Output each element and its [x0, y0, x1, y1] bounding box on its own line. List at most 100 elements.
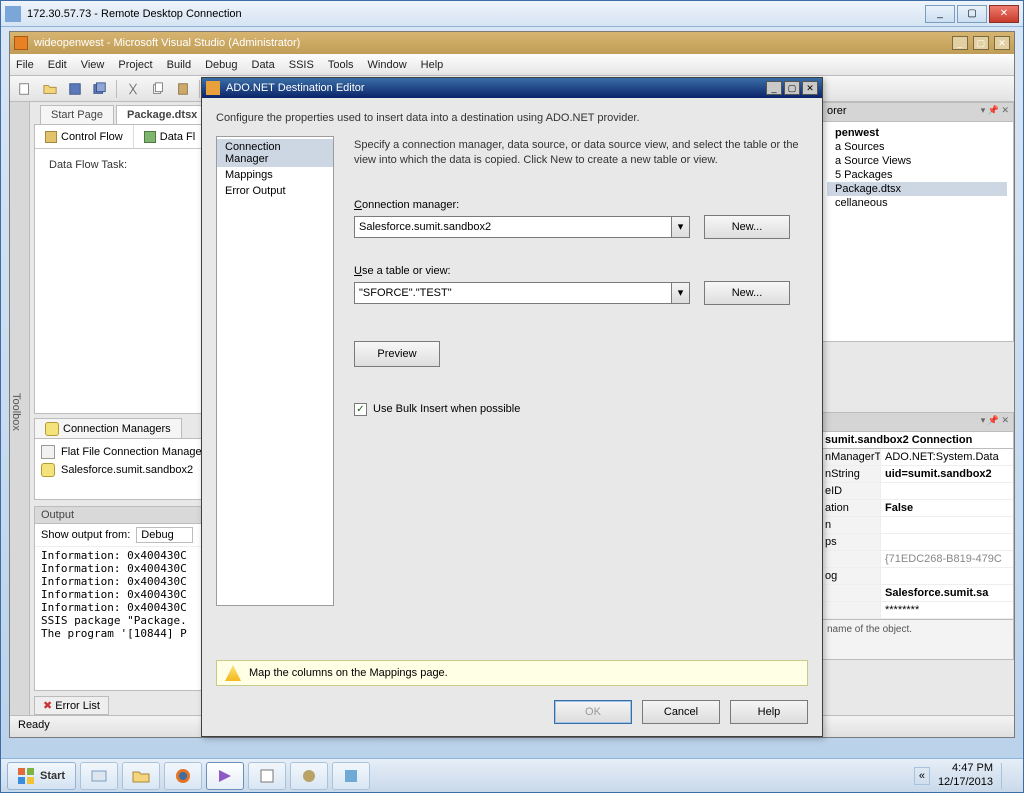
adonet-title-text: ADO.NET Destination Editor — [226, 82, 365, 94]
toolbar-save-button[interactable] — [64, 79, 86, 99]
cancel-button[interactable]: Cancel — [642, 700, 720, 724]
nav-connection-manager[interactable]: Connection Manager — [217, 139, 333, 167]
status-text: Ready — [18, 719, 50, 731]
tree-item[interactable]: a Sources — [827, 140, 1007, 154]
nav-mappings[interactable]: Mappings — [217, 167, 333, 183]
vs-minimize-button[interactable]: _ — [952, 36, 968, 50]
menu-build[interactable]: Build — [167, 59, 191, 71]
tree-item[interactable]: cellaneous — [827, 196, 1007, 210]
rdc-title-text: 172.30.57.73 - Remote Desktop Connection — [27, 8, 242, 20]
help-button[interactable]: Help — [730, 700, 808, 724]
rdc-titlebar: 172.30.57.73 - Remote Desktop Connection… — [1, 1, 1023, 27]
adonet-hint: Specify a connection manager, data sourc… — [354, 138, 808, 169]
preview-button[interactable]: Preview — [354, 341, 440, 367]
ok-button[interactable]: OK — [554, 700, 632, 724]
toolbar-new-project-button[interactable] — [14, 79, 36, 99]
connection-manager-dropdown-button[interactable]: ▾ — [672, 216, 690, 238]
adonet-warning-text: Map the columns on the Mappings page. — [249, 667, 448, 679]
rdc-maximize-button[interactable]: ▢ — [957, 5, 987, 23]
db-icon — [41, 463, 55, 477]
menu-window[interactable]: Window — [368, 59, 407, 71]
tab-start-page[interactable]: Start Page — [40, 105, 114, 124]
taskbar-item-4[interactable] — [248, 762, 286, 790]
rdc-icon — [5, 6, 21, 22]
dataflow-icon — [144, 131, 156, 143]
table-view-dropdown-button[interactable]: ▾ — [672, 282, 690, 304]
system-tray: « 4:47 PM 12/17/2013 — [914, 762, 1017, 788]
properties-description: name of the object. — [820, 620, 1014, 660]
table-view-combo[interactable] — [354, 282, 672, 304]
output-show-combo[interactable]: Debug — [136, 527, 192, 543]
menu-data[interactable]: Data — [252, 59, 275, 71]
taskbar-item-5[interactable] — [290, 762, 328, 790]
menu-project[interactable]: Project — [118, 59, 152, 71]
adonet-nav-list: Connection Manager Mappings Error Output — [216, 136, 334, 606]
adonet-destination-editor-dialog: ADO.NET Destination Editor _ ▢ ✕ Configu… — [201, 77, 823, 737]
tree-item[interactable]: penwest — [827, 126, 1007, 140]
connection-new-button[interactable]: New... — [704, 215, 790, 239]
tab-package-dtsx[interactable]: Package.dtsx — [116, 105, 208, 124]
tray-clock[interactable]: 4:47 PM 12/17/2013 — [938, 762, 993, 788]
vs-close-button[interactable]: ✕ — [994, 36, 1010, 50]
menu-edit[interactable]: Edit — [48, 59, 67, 71]
properties-grid[interactable]: nManagerTyADO.NET:System.Data nStringuid… — [820, 449, 1014, 620]
menu-ssis[interactable]: SSIS — [289, 59, 314, 71]
designer-tab-dataflow[interactable]: Data Fl — [134, 125, 206, 148]
toolbox-panel[interactable]: Toolbox — [10, 102, 30, 715]
rdc-minimize-button[interactable]: _ — [925, 5, 955, 23]
solution-explorer-title: orer ▾ 📌 ✕ — [820, 102, 1014, 122]
toolbar-open-button[interactable] — [39, 79, 61, 99]
vs-menubar: File Edit View Project Build Debug Data … — [10, 54, 1014, 76]
vs-titlebar: wideopenwest - Microsoft Visual Studio (… — [10, 32, 1014, 54]
tray-chevron-icon[interactable]: « — [914, 767, 930, 785]
taskbar-item-6[interactable] — [332, 762, 370, 790]
connection-managers-tab[interactable]: Connection Managers — [34, 418, 182, 439]
show-desktop-button[interactable] — [1001, 763, 1011, 789]
menu-file[interactable]: File — [16, 59, 34, 71]
taskbar-item-vs[interactable] — [206, 762, 244, 790]
rdc-close-button[interactable]: ✕ — [989, 5, 1019, 23]
taskbar-item-explorer[interactable] — [122, 762, 160, 790]
controlflow-icon — [45, 131, 57, 143]
properties-title: ▾ 📌 ✕ — [820, 412, 1014, 432]
tree-item[interactable]: 5 Packages — [827, 168, 1007, 182]
right-panels: orer ▾ 📌 ✕ penwest a Sources a Source Vi… — [820, 102, 1014, 715]
adonet-maximize-button[interactable]: ▢ — [784, 81, 800, 95]
table-new-button[interactable]: New... — [704, 281, 790, 305]
adonet-description: Configure the properties used to insert … — [216, 108, 808, 136]
bulk-insert-checkbox[interactable]: ✓ — [354, 403, 367, 416]
adonet-titlebar[interactable]: ADO.NET Destination Editor _ ▢ ✕ — [202, 78, 822, 98]
properties-pin-icon[interactable]: ▾ 📌 ✕ — [981, 415, 1009, 426]
menu-help[interactable]: Help — [421, 59, 444, 71]
designer-tab-controlflow[interactable]: Control Flow — [35, 125, 134, 148]
warning-icon — [225, 665, 241, 681]
windows-taskbar: Start « 4:47 PM 12/17/2013 — [1, 758, 1023, 792]
taskbar-item-firefox[interactable] — [164, 762, 202, 790]
flatfile-icon — [41, 445, 55, 459]
connection-manager-label: CConnection manager:onnection manager: — [354, 199, 808, 211]
vs-icon — [14, 36, 28, 50]
solution-explorer-tree[interactable]: penwest a Sources a Source Views 5 Packa… — [820, 122, 1014, 342]
properties-object-combo[interactable]: sumit.sandbox2 Connection — [820, 432, 1014, 449]
toolbar-saveall-button[interactable] — [89, 79, 111, 99]
connection-manager-combo[interactable] — [354, 216, 672, 238]
error-list-tab[interactable]: ✖ Error List — [34, 696, 109, 715]
tree-item-package[interactable]: Package.dtsx — [827, 182, 1007, 196]
adonet-close-button[interactable]: ✕ — [802, 81, 818, 95]
connection-icon — [45, 422, 59, 436]
solution-pin-icon[interactable]: ▾ 📌 ✕ — [981, 105, 1009, 116]
adonet-minimize-button[interactable]: _ — [766, 81, 782, 95]
menu-debug[interactable]: Debug — [205, 59, 237, 71]
nav-error-output[interactable]: Error Output — [217, 183, 333, 199]
toolbar-cut-button[interactable] — [122, 79, 144, 99]
taskbar-item-1[interactable] — [80, 762, 118, 790]
adonet-icon — [206, 81, 220, 95]
tree-item[interactable]: a Source Views — [827, 154, 1007, 168]
output-show-label: Show output from: — [41, 529, 130, 541]
menu-tools[interactable]: Tools — [328, 59, 354, 71]
toolbar-paste-button[interactable] — [172, 79, 194, 99]
menu-view[interactable]: View — [81, 59, 105, 71]
vs-maximize-button[interactable]: ▢ — [973, 36, 989, 50]
toolbar-copy-button[interactable] — [147, 79, 169, 99]
start-button[interactable]: Start — [7, 762, 76, 790]
